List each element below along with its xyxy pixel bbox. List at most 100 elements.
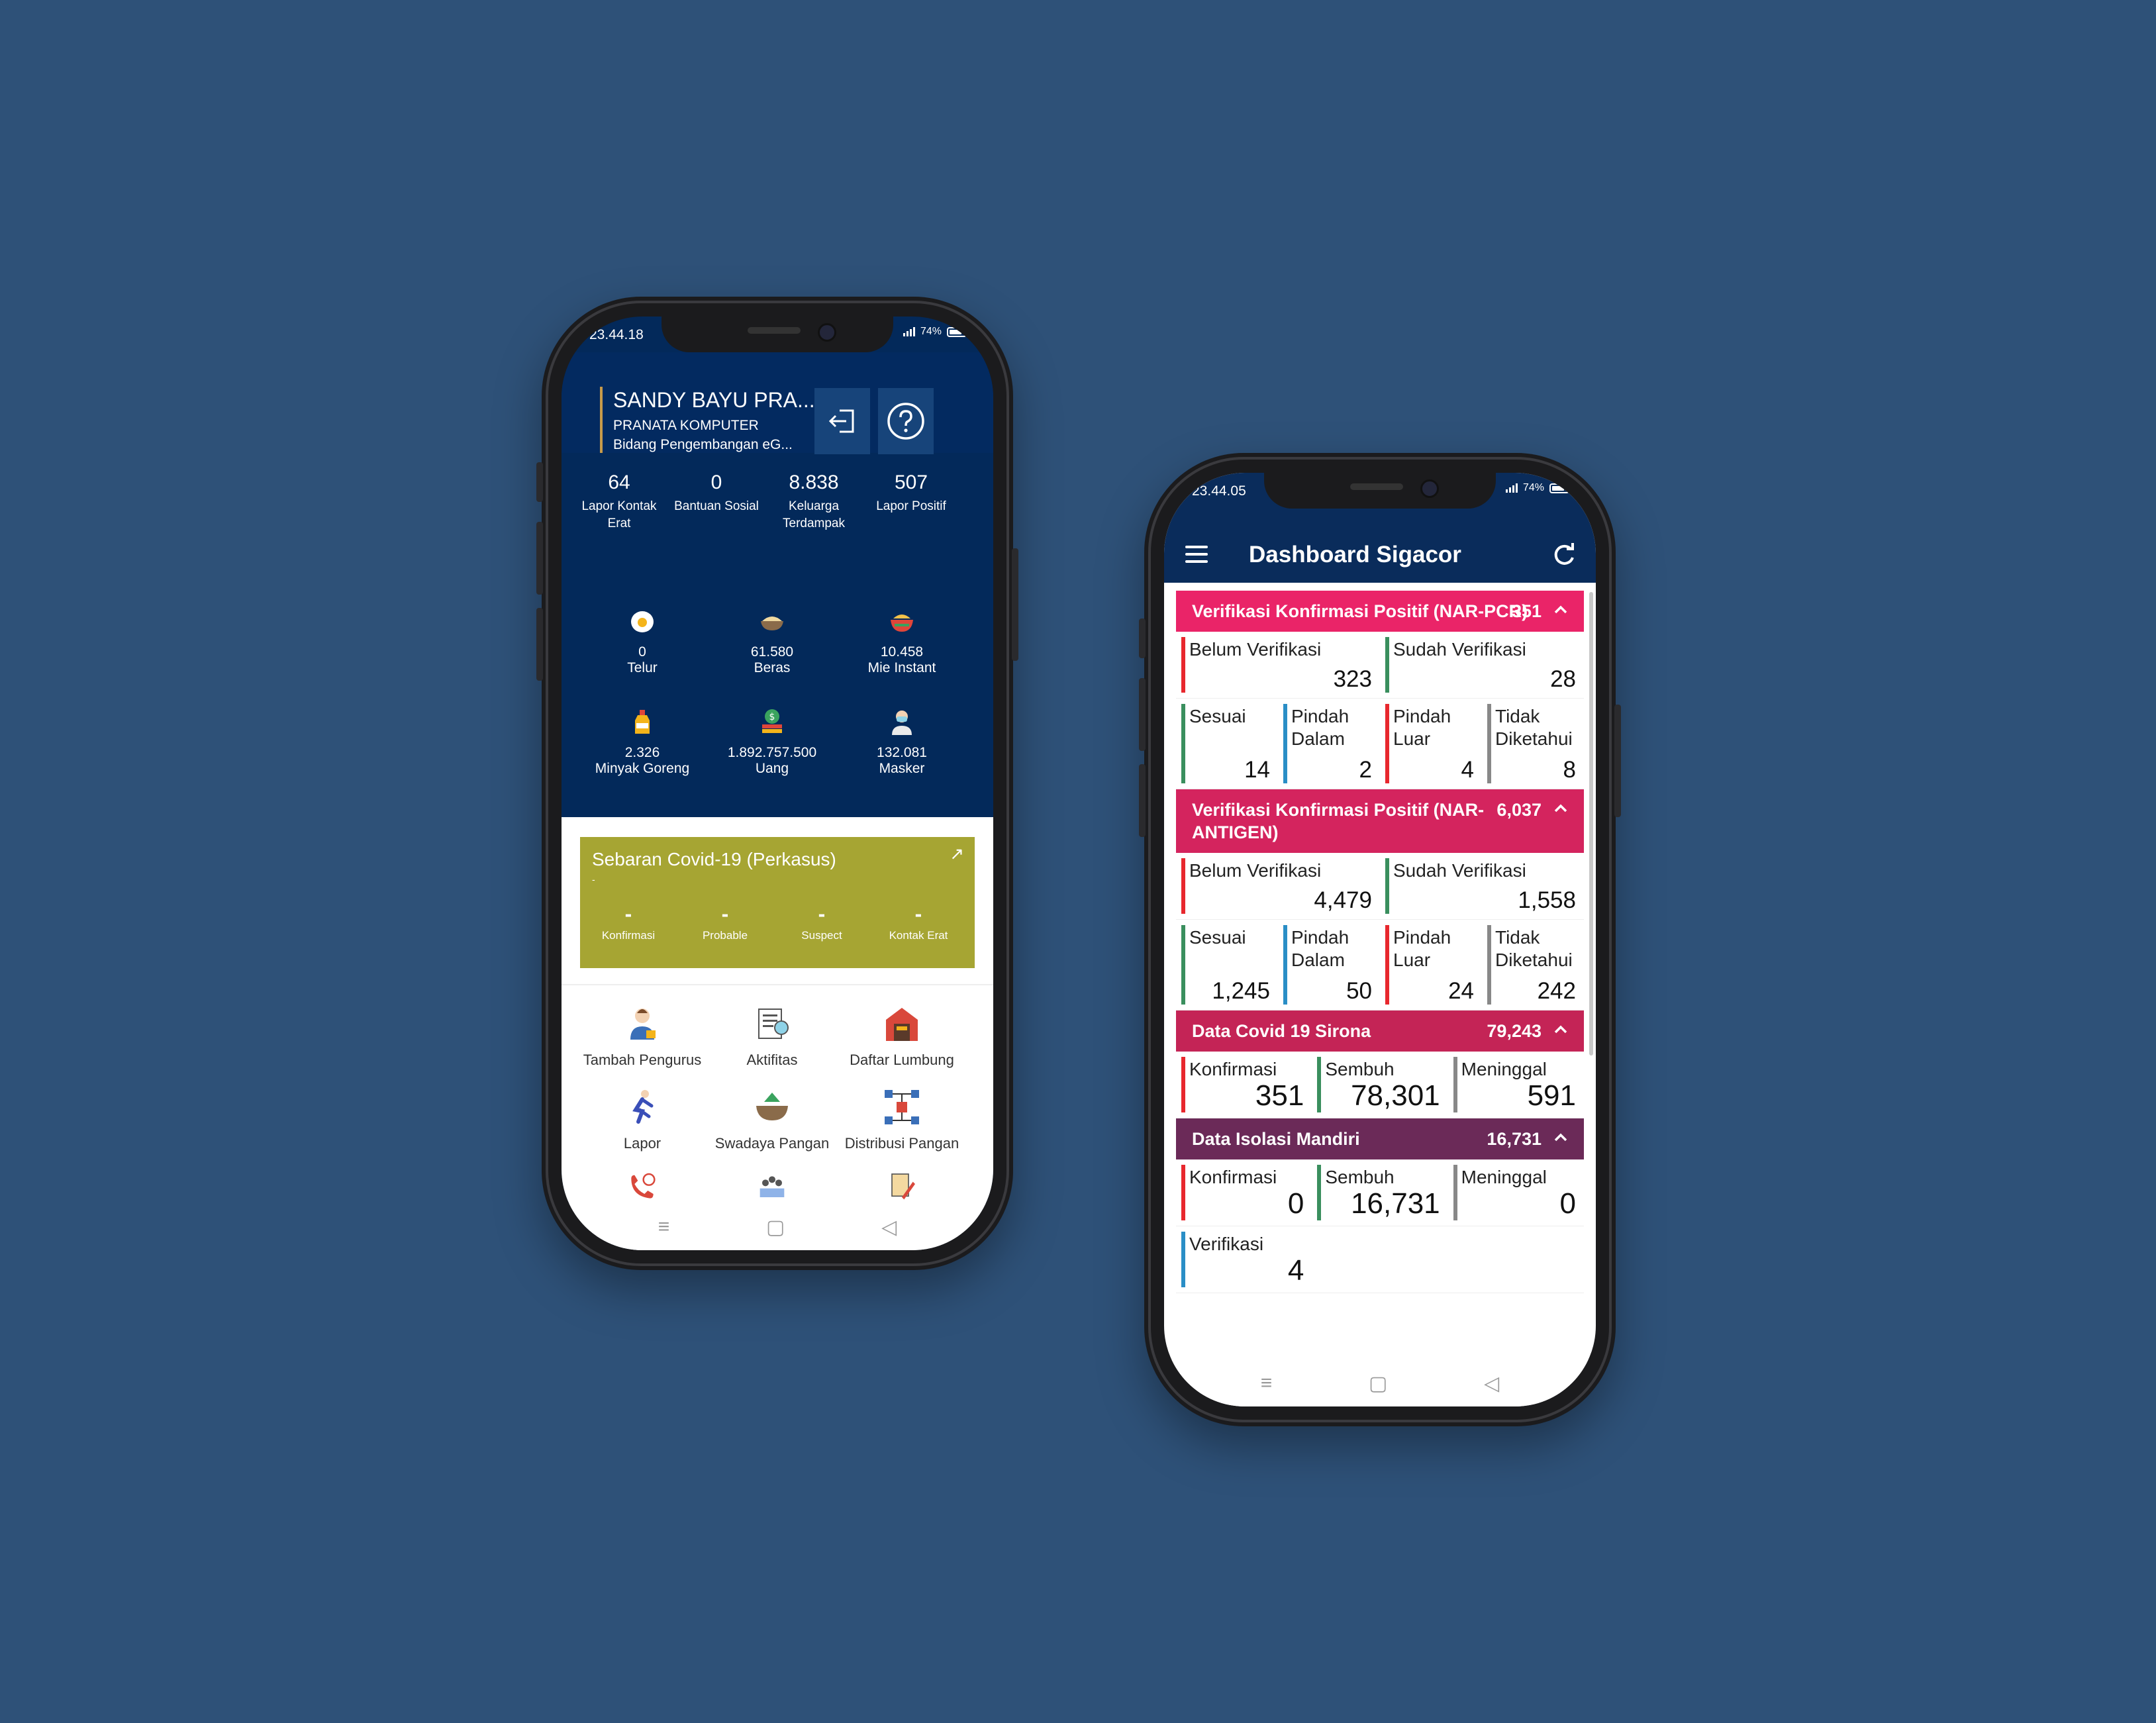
menu-hamburger-icon[interactable] [1185, 546, 1208, 567]
screen: 23.44.05 74% Dashboard Sigacor Verifikas… [1164, 473, 1596, 1406]
notch [1264, 473, 1496, 509]
section-header-sirona[interactable]: Data Covid 19 Sirona 79,243 [1176, 1010, 1584, 1052]
stat-cell: Tidak Diketahui 8 [1482, 699, 1584, 789]
chevron-up-icon[interactable] [1552, 800, 1569, 817]
stat-row: Belum Verifikasi 323 Sudah Verifikasi 28 [1176, 632, 1584, 699]
dashboard-list: Verifikasi Konfirmasi Positif (NAR-PCR) … [1176, 591, 1584, 1360]
aid-telur: 0 Telur [576, 607, 709, 676]
volume-down-button [1139, 764, 1146, 837]
stat-lapor-kontak-erat[interactable]: 64 Lapor Kontak Erat [569, 471, 669, 532]
stat-cell: Pindah Luar 4 [1380, 699, 1482, 789]
chevron-up-icon[interactable] [1552, 1129, 1569, 1146]
accent-bar [600, 387, 603, 453]
refresh-icon[interactable] [1551, 542, 1577, 568]
stat-row: Sesuai 14 Pindah Dalam 2 Pindah Luar 4 Tida… [1176, 699, 1584, 789]
help-button[interactable] [878, 388, 934, 454]
activity-icon [758, 1009, 789, 1039]
menu-lapor[interactable]: Lapor [576, 1087, 709, 1152]
stat-row: Belum Verifikasi 4,479 Sudah Verifikasi 1,… [1176, 853, 1584, 920]
section-count: 16,731 [1487, 1129, 1542, 1149]
main-panel: Sebaran Covid-19 (Perkasus) - ↗ - Konfirm… [562, 817, 993, 1250]
section-title: Verifikasi Konfirmasi Positif (NAR-ANTIG… [1192, 800, 1485, 842]
battery-percent: 74% [1522, 482, 1544, 493]
mute-switch [536, 462, 543, 502]
stat-cell: Sudah Verifikasi 28 [1380, 632, 1584, 698]
stat-cell: Konfirmasi 0 [1176, 1159, 1312, 1226]
stat-row: Verifikasi 4 [1176, 1226, 1584, 1293]
menu-swadaya-pangan[interactable]: Swadaya Pangan [706, 1087, 838, 1152]
stat-bantuan-sosial[interactable]: 0 Bantuan Sosial [667, 471, 766, 515]
section-header-nar-pcr[interactable]: Verifikasi Konfirmasi Positif (NAR-PCR) … [1176, 591, 1584, 632]
volume-down-button [536, 608, 543, 681]
section-count: 351 [1511, 601, 1542, 621]
stat-cell: Meninggal 591 [1448, 1052, 1584, 1118]
divider [562, 984, 993, 985]
stat-cell: Sembuh 16,731 [1312, 1159, 1447, 1226]
recent-apps-button[interactable]: ≡ [658, 1216, 670, 1238]
aid-beras: 61.580 Beras [706, 607, 838, 676]
scrollbar[interactable] [1589, 592, 1593, 1056]
menu-tambah-pengurus[interactable]: Tambah Pengurus [576, 1004, 709, 1069]
sebaran-konfirmasi: - Konfirmasi [601, 902, 656, 942]
notch [662, 317, 893, 352]
aid-minyak-goreng: 2.326 Minyak Goreng [576, 707, 709, 777]
power-button [1614, 705, 1621, 817]
crowd-icon [760, 1176, 785, 1197]
distribution-icon [885, 1090, 919, 1124]
user-unit: Bidang Pengembangan eG... [613, 437, 793, 452]
volume-up-button [1139, 678, 1146, 751]
noodle-icon [891, 615, 913, 632]
status-time: 23.44.18 [589, 327, 644, 342]
money-icon: $ [762, 709, 782, 733]
home-button[interactable]: ▢ [1369, 1372, 1387, 1395]
food-bowl-icon [756, 1093, 788, 1120]
battery-percent: 74% [920, 326, 942, 337]
logout-icon [828, 409, 854, 433]
back-button[interactable]: ◁ [1484, 1372, 1499, 1395]
profile-header: SANDY BAYU PRA... PRANATA KOMPUTER Bidan… [562, 352, 993, 454]
back-button[interactable]: ◁ [881, 1216, 897, 1239]
stat-cell: Sudah Verifikasi 1,558 [1380, 853, 1584, 919]
user-name: SANDY BAYU PRA... [613, 388, 815, 412]
signal-icon [903, 327, 915, 336]
mask-icon [892, 711, 912, 735]
section-header-isolasi-mandiri[interactable]: Data Isolasi Mandiri 16,731 [1176, 1118, 1584, 1159]
report-run-icon [632, 1090, 654, 1124]
recent-apps-button[interactable]: ≡ [1261, 1372, 1273, 1395]
svg-text:$: $ [769, 712, 775, 722]
sebaran-card[interactable]: Sebaran Covid-19 (Perkasus) - ↗ - Konfirm… [580, 837, 975, 968]
stat-keluarga-terdampak[interactable]: 8.838 Keluarga Terdampak [764, 471, 863, 532]
user-role: PRANATA KOMPUTER [613, 418, 759, 433]
stat-cell: Pindah Dalam 50 [1278, 920, 1380, 1010]
aid-uang: $ 1.892.757.500 Uang [706, 707, 838, 777]
section-header-nar-antigen[interactable]: Verifikasi Konfirmasi Positif (NAR-ANTIG… [1176, 789, 1584, 853]
menu-distribusi-pangan[interactable]: Distribusi Pangan [836, 1087, 968, 1152]
section-count: 6,037 [1496, 800, 1542, 820]
stat-lapor-positif[interactable]: 507 Lapor Positif [861, 471, 961, 515]
sebaran-kontak-erat: - Kontak Erat [889, 902, 948, 942]
help-icon [887, 403, 924, 440]
app-title: Dashboard Sigacor [1249, 542, 1461, 567]
stat-cell: Pindah Dalam 2 [1278, 699, 1380, 789]
menu-daftar-lumbung[interactable]: Daftar Lumbung [836, 1004, 968, 1069]
stat-cell: Sembuh 78,301 [1312, 1052, 1447, 1118]
stat-cell: Sesuai 1,245 [1176, 920, 1278, 1010]
phone-left: 23.44.18 74% SANDY BAYU PRA... PRANATA K… [536, 297, 1018, 1270]
document-edit-icon [891, 1173, 915, 1200]
open-link-icon[interactable]: ↗ [950, 844, 964, 864]
stat-cell: Pindah Luar 24 [1380, 920, 1482, 1010]
menu-aktifitas[interactable]: Aktifitas [706, 1004, 838, 1069]
chevron-up-icon[interactable] [1552, 601, 1569, 618]
stat-cell: Belum Verifikasi 4,479 [1176, 853, 1380, 919]
mute-switch [1139, 618, 1146, 658]
stat-row: Konfirmasi 351 Sembuh 78,301 Meninggal 591 [1176, 1052, 1584, 1118]
phone-right: 23.44.05 74% Dashboard Sigacor Verifikas… [1139, 453, 1621, 1426]
stat-cell: Konfirmasi 351 [1176, 1052, 1312, 1118]
signal-icon [1505, 483, 1518, 493]
battery-icon [1549, 483, 1569, 493]
screen: 23.44.18 74% SANDY BAYU PRA... PRANATA K… [562, 317, 993, 1250]
logout-button[interactable] [814, 388, 870, 454]
egg-icon [631, 611, 654, 632]
home-button[interactable]: ▢ [766, 1216, 785, 1239]
chevron-up-icon[interactable] [1552, 1021, 1569, 1038]
